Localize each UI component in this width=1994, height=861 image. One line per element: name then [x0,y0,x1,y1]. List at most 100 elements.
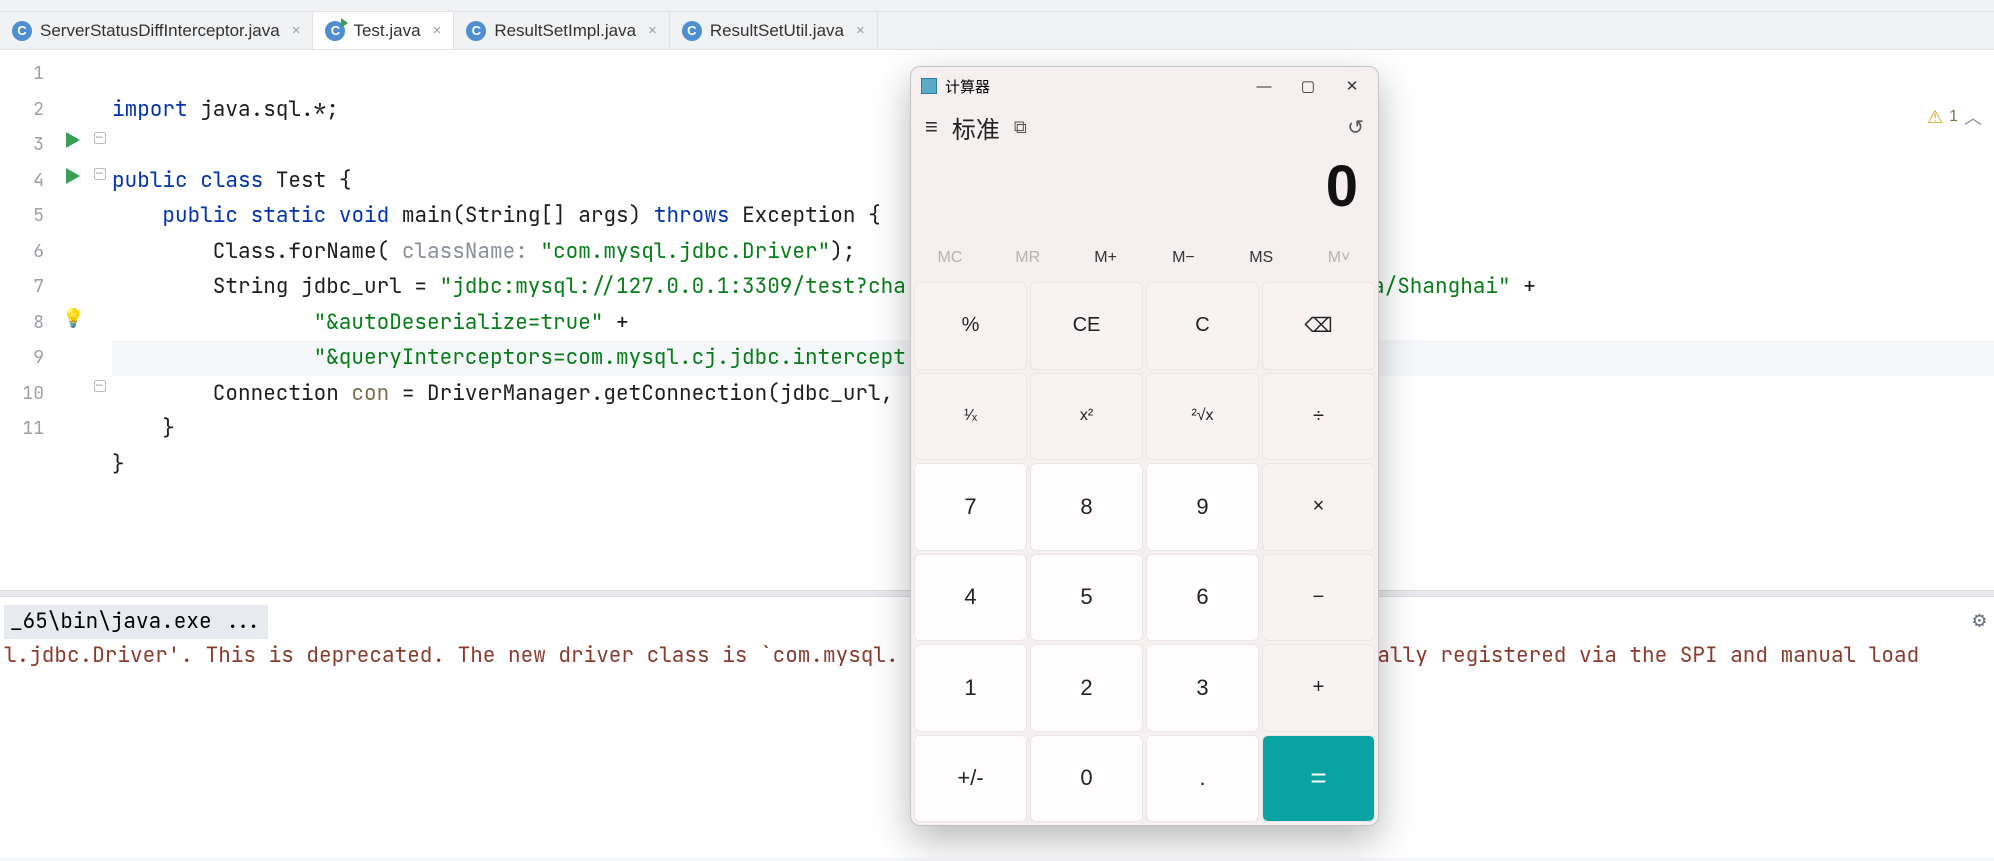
code-token: Exception { [729,202,880,229]
history-icon[interactable]: ↺ [1347,115,1364,140]
key-9[interactable]: 9 [1146,463,1259,551]
code-token: void [339,202,389,229]
key-label: ²√x [1191,407,1213,425]
code-token: String jdbc_url = [112,273,440,300]
fold-toggle-icon[interactable] [94,380,106,392]
line-number: 4 [0,163,62,199]
code-token: public [162,202,238,229]
key-1[interactable]: 1 [914,644,1027,732]
keep-on-top-icon[interactable]: ⧉ [1014,117,1027,138]
highlight-level-icon[interactable]: ︿ [1964,104,1982,130]
warning-count: 1 [1949,108,1958,126]
intention-bulb-icon[interactable]: 💡 [62,308,84,329]
inspection-summary[interactable]: ⚠ 1 ︿ [1927,104,1982,130]
code-token: } [112,451,125,478]
code-token: public [112,167,188,194]
run-line-icon[interactable] [66,168,80,184]
key-percent[interactable]: % [914,282,1027,370]
key-divide[interactable]: ÷ [1262,373,1375,461]
calculator-app-icon [921,78,937,94]
line-number: 10 [0,376,62,412]
key-sqrt[interactable]: ²√x [1146,373,1259,461]
code-token: "com.mysql.jdbc.Driver" [528,238,830,265]
calculator-title: 计算器 [945,76,990,97]
key-4[interactable]: 4 [914,554,1027,642]
code-token: "jdbc:mysql://127.0.0.1:3309/test?cha [440,273,906,300]
code-token: import [112,96,188,123]
key-multiply[interactable]: × [1262,463,1375,551]
line-number: 11 [0,411,62,447]
mem-mlist[interactable]: M˅ [1300,237,1378,279]
code-token: static [251,202,327,229]
key-7[interactable]: 7 [914,463,1027,551]
mem-mr[interactable]: MR [989,237,1067,279]
gear-icon[interactable]: ⚙ [1973,603,1986,637]
close-icon[interactable]: × [644,22,657,39]
key-equals[interactable]: = [1262,735,1375,823]
minimize-button[interactable]: — [1242,71,1286,101]
gutter-icon-column: 💡 [62,50,92,590]
code-token: + [1511,273,1536,300]
class-file-icon: C [466,21,486,41]
code-token: Class.forName( [112,238,402,265]
run-line-icon[interactable] [66,132,80,148]
key-c[interactable]: C [1146,282,1259,370]
hamburger-icon[interactable]: ≡ [925,114,938,140]
maximize-button[interactable]: ▢ [1286,71,1330,101]
key-square[interactable]: x² [1030,373,1143,461]
close-button[interactable]: ✕ [1330,71,1374,101]
key-3[interactable]: 3 [1146,644,1259,732]
key-0[interactable]: 0 [1030,735,1143,823]
key-8[interactable]: 8 [1030,463,1143,551]
key-5[interactable]: 5 [1030,554,1143,642]
ide-top-strip [0,0,1994,12]
mode-label: 标准 [952,110,1000,145]
fold-toggle-icon[interactable] [94,132,106,144]
tab-resultsetutil[interactable]: C ResultSetUtil.java × [670,12,878,49]
key-decimal[interactable]: . [1146,735,1259,823]
tab-label: ServerStatusDiffInterceptor.java [40,21,280,41]
close-icon[interactable]: × [852,22,865,39]
code-token: } [112,415,175,442]
runnable-badge-icon [341,18,348,28]
line-number: 9 [0,340,62,376]
key-2[interactable]: 2 [1030,644,1143,732]
tab-label: ResultSetImpl.java [494,21,636,41]
code-token: ); [830,238,855,265]
key-negate[interactable]: +/- [914,735,1027,823]
mem-mminus[interactable]: M− [1144,237,1222,279]
tab-resultsetimpl[interactable]: C ResultSetImpl.java × [454,12,670,49]
key-backspace[interactable]: ⌫ [1262,282,1375,370]
line-number: 8 [0,305,62,341]
calculator-window[interactable]: 计算器 — ▢ ✕ ≡ 标准 ⧉ ↺ 0 MC MR M+ M− MS M˅ %… [910,66,1379,826]
key-add[interactable]: + [1262,644,1375,732]
fold-toggle-icon[interactable] [94,168,106,180]
code-token: con [351,380,389,407]
key-subtract[interactable]: − [1262,554,1375,642]
key-ce[interactable]: CE [1030,282,1143,370]
close-icon[interactable]: × [288,22,301,39]
mem-mc[interactable]: MC [911,237,989,279]
close-icon[interactable]: × [429,22,442,39]
calculator-titlebar[interactable]: 计算器 — ▢ ✕ [911,67,1378,105]
code-token: Connection [112,380,351,407]
line-number: 3 [0,127,62,163]
tab-test[interactable]: C Test.java × [313,12,454,49]
code-token: main(String[] args) [389,202,654,229]
code-token: java.sql.*; [188,96,339,123]
code-token: = DriverManager.getConnection(jdbc_url, [389,380,893,407]
key-label: x² [1080,407,1093,425]
calculator-modebar: ≡ 标准 ⧉ ↺ [911,105,1378,149]
tab-serverstatus[interactable]: C ServerStatusDiffInterceptor.java × [0,12,313,49]
class-file-icon: C [12,21,32,41]
key-6[interactable]: 6 [1146,554,1259,642]
mem-ms[interactable]: MS [1222,237,1300,279]
line-number-gutter: 1 2 3 4 5 6 7 8 9 10 11 [0,50,62,590]
line-number: 1 [0,56,62,92]
key-reciprocal[interactable]: ¹⁄ₓ [914,373,1027,461]
code-token: class [200,167,263,194]
mem-mplus[interactable]: M+ [1067,237,1145,279]
fold-column [92,50,112,590]
warning-icon: ⚠ [1927,107,1943,128]
class-file-icon: C [325,21,345,41]
